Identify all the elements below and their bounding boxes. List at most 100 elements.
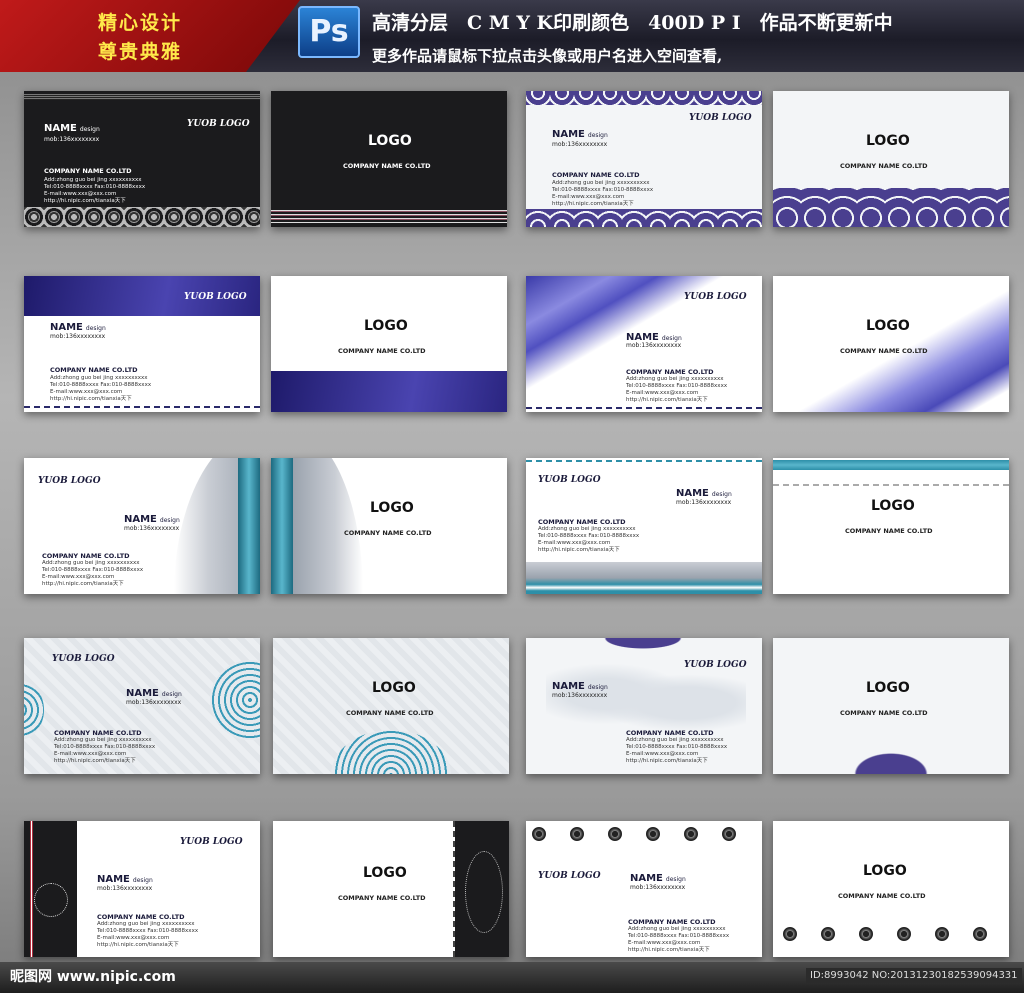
badge-line-1: 精心设计 bbox=[98, 12, 183, 34]
card-mob: mob:136xxxxxxxx bbox=[630, 884, 686, 891]
card-web: http://hi.nipic.com/tianxia天下 bbox=[54, 758, 136, 764]
medallion bbox=[331, 730, 451, 774]
flower-icon bbox=[971, 925, 989, 943]
card-company: COMPANY NAME CO.LTD bbox=[346, 709, 434, 717]
card-3-front: YUOB LOGO NAME design mob:136xxxxxxxx COM… bbox=[526, 91, 762, 227]
card-logo: LOGO bbox=[866, 133, 910, 149]
flower-icon bbox=[857, 925, 875, 943]
card-mob: mob:136xxxxxxxx bbox=[124, 525, 180, 532]
card-web: http://hi.nipic.com/tianxia天下 bbox=[97, 942, 179, 948]
flower-icon bbox=[819, 925, 837, 943]
card-logo: LOGO bbox=[372, 680, 416, 696]
card-name: NAME design bbox=[124, 514, 180, 525]
card-company: COMPANY NAME CO.LTD bbox=[552, 171, 640, 179]
teal-band bbox=[238, 458, 260, 594]
site-watermark[interactable]: 昵图网 www.nipic.com bbox=[10, 966, 176, 986]
card-company: COMPANY NAME CO.LTD bbox=[50, 366, 138, 374]
card-8-back: LOGO COMPANY NAME CO.LTD bbox=[773, 276, 1009, 412]
image-id: ID:8993042 NO:20131230182539094331 bbox=[806, 968, 1022, 983]
card-logo: LOGO bbox=[363, 865, 407, 881]
card-mob: mob:136xxxxxxxx bbox=[626, 342, 682, 349]
card-name: NAME design bbox=[630, 873, 686, 884]
card-10-back: LOGO COMPANY NAME CO.LTD bbox=[271, 458, 507, 594]
flower-icon bbox=[895, 925, 913, 943]
card-logo: YUOB LOGO bbox=[180, 837, 243, 847]
card-company: COMPANY NAME CO.LTD bbox=[343, 162, 431, 170]
card-name: NAME design bbox=[552, 681, 608, 692]
card-logo: YUOB LOGO bbox=[684, 660, 747, 670]
card-logo: YUOB LOGO bbox=[38, 476, 101, 486]
card-logo: YUOB LOGO bbox=[538, 871, 601, 881]
floral-band bbox=[526, 91, 762, 105]
card-mob: mob:136xxxxxxxx bbox=[126, 699, 182, 706]
flower-icon bbox=[682, 825, 700, 843]
card-web: http://hi.nipic.com/tianxia天下 bbox=[628, 947, 710, 953]
card-name: NAME design bbox=[676, 488, 732, 499]
card-company: COMPANY NAME CO.LTD bbox=[840, 162, 928, 170]
flower-icon bbox=[933, 925, 951, 943]
header-subtitle: 更多作品请鼠标下拉点击头像或用户名进入空间查看, bbox=[372, 47, 723, 65]
floral-band bbox=[773, 188, 1009, 227]
badge-line-2: 尊贵典雅 bbox=[98, 41, 183, 63]
card-13-front: YUOB LOGO NAME design mob:136xxxxxxxx COM… bbox=[24, 638, 260, 774]
card-12-back: LOGO COMPANY NAME CO.LTD bbox=[773, 458, 1009, 594]
card-mob: mob:136xxxxxxxx bbox=[552, 141, 608, 148]
card-company: COMPANY NAME CO.LTD bbox=[838, 892, 926, 900]
card-1-front: YUOB LOGO NAME design mob:136xxxxxxxx COM… bbox=[24, 91, 260, 227]
card-mob: mob:136xxxxxxxx bbox=[97, 885, 153, 892]
card-company: COMPANY NAME CO.LTD bbox=[42, 552, 130, 560]
card-web: http://hi.nipic.com/tianxia天下 bbox=[50, 396, 132, 402]
card-web: http://hi.nipic.com/tianxia天下 bbox=[552, 201, 634, 207]
card-2-back: LOGO COMPANY NAME CO.LTD bbox=[271, 91, 507, 227]
dashed-line bbox=[24, 406, 260, 408]
floral-band bbox=[526, 209, 762, 227]
card-4-back: LOGO COMPANY NAME CO.LTD bbox=[773, 91, 1009, 227]
flower-icon bbox=[606, 825, 624, 843]
card-company: COMPANY NAME CO.LTD bbox=[845, 527, 933, 535]
card-logo: LOGO bbox=[364, 318, 408, 334]
card-company: COMPANY NAME CO.LTD bbox=[626, 729, 714, 737]
card-logo: YUOB LOGO bbox=[184, 292, 247, 302]
card-11-front: YUOB LOGO NAME design mob:136xxxxxxxx COM… bbox=[526, 458, 762, 594]
floral-ornament bbox=[465, 851, 503, 933]
card-20-back: LOGO COMPANY NAME CO.LTD bbox=[773, 821, 1009, 957]
card-name: NAME design bbox=[552, 129, 608, 140]
card-name: NAME design bbox=[44, 123, 100, 134]
card-web: http://hi.nipic.com/tianxia天下 bbox=[42, 581, 124, 587]
card-logo: LOGO bbox=[368, 133, 412, 149]
flower-icon bbox=[720, 825, 738, 843]
stripe-band bbox=[24, 94, 260, 100]
card-company: COMPANY NAME CO.LTD bbox=[344, 529, 432, 537]
card-7-front: YUOB LOGO NAME design mob:136xxxxxxxx COM… bbox=[526, 276, 762, 412]
card-14-back: LOGO COMPANY NAME CO.LTD bbox=[273, 638, 509, 774]
card-logo: LOGO bbox=[863, 863, 907, 879]
card-16-back: LOGO COMPANY NAME CO.LTD bbox=[773, 638, 1009, 774]
dashed-line bbox=[773, 484, 1009, 486]
card-19-front: YUOB LOGO NAME design mob:136xxxxxxxx COM… bbox=[526, 821, 762, 957]
card-web: http://hi.nipic.com/tianxia天下 bbox=[44, 198, 126, 204]
flower-icon bbox=[644, 825, 662, 843]
teal-band bbox=[773, 460, 1009, 470]
card-company: COMPANY NAME CO.LTD bbox=[338, 894, 426, 902]
card-18-back: LOGO COMPANY NAME CO.LTD bbox=[273, 821, 509, 957]
card-logo: YUOB LOGO bbox=[689, 113, 752, 123]
ornament bbox=[578, 638, 708, 656]
card-company: COMPANY NAME CO.LTD bbox=[840, 347, 928, 355]
flower-icon bbox=[568, 825, 586, 843]
card-15-front: YUOB LOGO NAME design mob:136xxxxxxxx COM… bbox=[526, 638, 762, 774]
card-web: http://hi.nipic.com/tianxia天下 bbox=[538, 547, 620, 553]
card-logo: LOGO bbox=[370, 500, 414, 516]
card-web: http://hi.nipic.com/tianxia天下 bbox=[626, 397, 708, 403]
photoshop-icon: Ps bbox=[298, 6, 360, 58]
dashed-line bbox=[526, 460, 762, 462]
card-logo: YUOB LOGO bbox=[538, 475, 601, 485]
wave-band bbox=[271, 371, 507, 412]
card-company: COMPANY NAME CO.LTD bbox=[97, 913, 185, 921]
card-company: COMPANY NAME CO.LTD bbox=[628, 918, 716, 926]
stripe-band bbox=[271, 208, 507, 223]
ornament-band bbox=[24, 207, 260, 227]
card-17-front: YUOB LOGO NAME design mob:136xxxxxxxx COM… bbox=[24, 821, 260, 957]
card-company: COMPANY NAME CO.LTD bbox=[44, 167, 132, 175]
card-name: NAME design bbox=[50, 322, 106, 333]
card-mob: mob:136xxxxxxxx bbox=[552, 692, 608, 699]
